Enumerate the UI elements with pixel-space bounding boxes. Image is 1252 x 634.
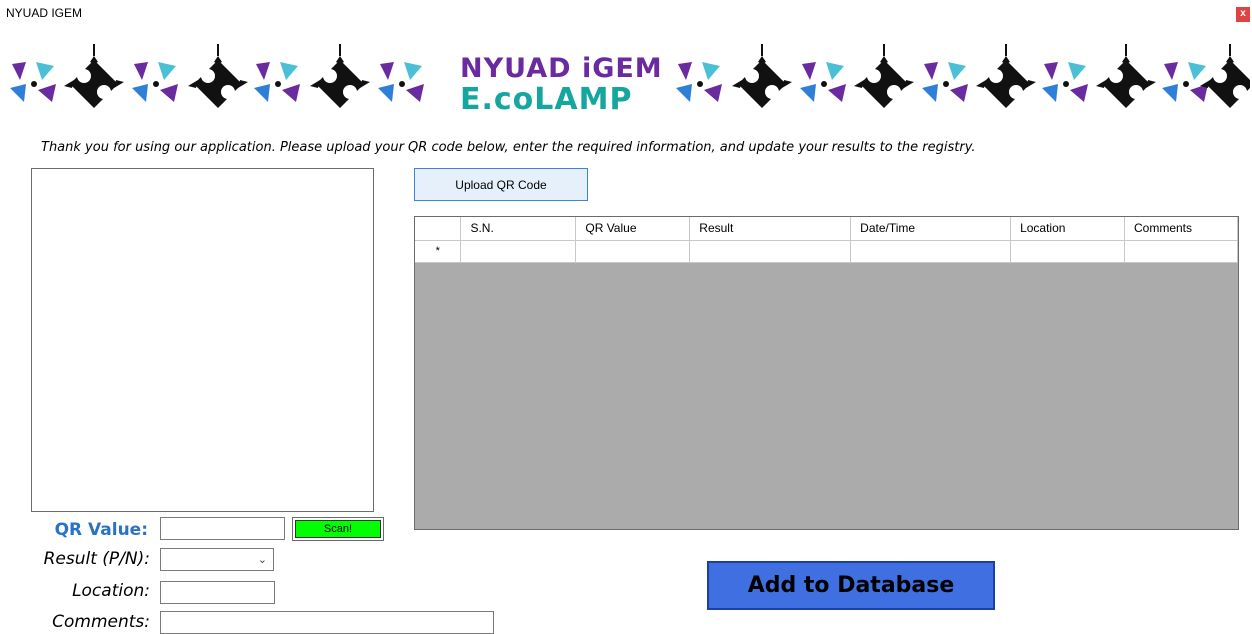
qr-value-label: QR Value: — [54, 520, 148, 540]
qr-image-preview — [31, 168, 374, 512]
column-header-location[interactable]: Location — [1010, 217, 1125, 241]
brand-subtitle: E.coLAMP — [460, 82, 633, 117]
result-dropdown[interactable]: ⌄ — [160, 548, 274, 571]
scan-button[interactable]: Scan! — [292, 517, 384, 541]
scan-button-label: Scan! — [295, 520, 381, 538]
new-row-marker: * — [415, 240, 462, 263]
close-button[interactable]: x — [1236, 7, 1250, 22]
instructions-text: Thank you for using our application. Ple… — [41, 140, 976, 155]
column-header-result[interactable]: Result — [689, 217, 852, 241]
window-title: NYUAD IGEM — [6, 6, 83, 20]
result-label: Result (P/N): — [43, 549, 150, 569]
comments-input[interactable] — [160, 611, 494, 634]
table-cell[interactable] — [460, 240, 577, 263]
column-header-comments[interactable]: Comments — [1124, 217, 1238, 241]
column-header-sn[interactable]: S.N. — [460, 217, 577, 241]
add-to-database-button[interactable]: Add to Database — [707, 561, 995, 610]
location-input[interactable] — [160, 581, 275, 604]
upload-qr-button[interactable]: Upload QR Code — [414, 168, 588, 201]
table-cell[interactable] — [1010, 240, 1125, 263]
brand-title: NYUAD iGEM — [460, 53, 663, 84]
comments-label: Comments: — [52, 612, 150, 632]
results-table: S.N. QR Value Result Date/Time Location … — [415, 217, 1238, 263]
table-cell[interactable] — [850, 240, 1012, 263]
table-cell[interactable] — [575, 240, 691, 263]
qr-value-input[interactable] — [160, 517, 285, 540]
chevron-down-icon[interactable]: ⌄ — [258, 553, 267, 566]
column-header-datetime[interactable]: Date/Time — [850, 217, 1012, 241]
grid-header-row: S.N. QR Value Result Date/Time Location … — [415, 217, 1238, 241]
column-header-qr-value[interactable]: QR Value — [575, 217, 691, 241]
location-label: Location: — [72, 581, 150, 601]
table-cell[interactable] — [1124, 240, 1238, 263]
new-row: * — [415, 240, 1238, 263]
row-header-corner — [415, 217, 462, 241]
results-grid[interactable]: S.N. QR Value Result Date/Time Location … — [414, 216, 1239, 530]
table-cell[interactable] — [689, 240, 852, 263]
